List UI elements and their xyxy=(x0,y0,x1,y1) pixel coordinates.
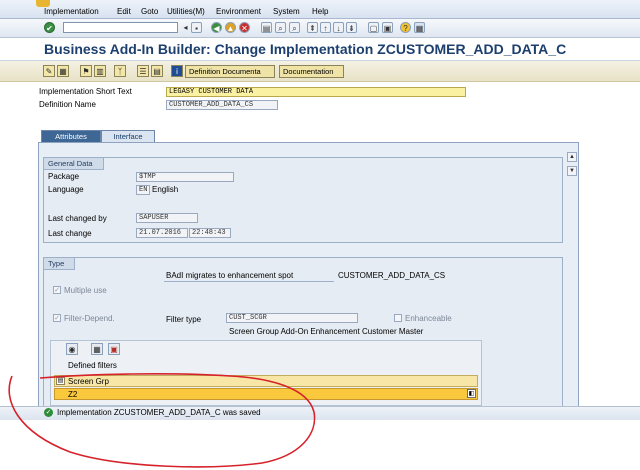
short-text-field[interactable]: LEGASY CUSTOMER DATA xyxy=(166,87,466,97)
print-icon[interactable]: ▤ xyxy=(261,22,272,33)
filter-type-label: Filter type xyxy=(166,315,202,324)
next-page-icon[interactable]: ↓ xyxy=(333,22,344,33)
last-change-date-field: 21.07.2016 xyxy=(136,228,188,238)
definition-name-label: Definition Name xyxy=(39,100,96,109)
first-page-icon[interactable]: ⇞ xyxy=(307,22,318,33)
short-text-label: Implementation Short Text xyxy=(39,87,132,96)
save-icon[interactable]: ▪ xyxy=(191,22,202,33)
annotation-circle xyxy=(8,373,316,468)
cancel-icon[interactable]: ✕ xyxy=(239,22,250,33)
other-object-icon[interactable]: ▦ xyxy=(57,65,69,77)
info-icon[interactable]: i xyxy=(171,65,183,77)
check-icon[interactable]: ▥ xyxy=(94,65,106,77)
changed-by-field: SAPUSER xyxy=(136,213,198,223)
filter-depend-checkbox[interactable]: ✓ xyxy=(53,314,61,322)
migrate-text: BAdI migrates to enhancement spot xyxy=(166,271,294,280)
documentation-button[interactable]: Documentation xyxy=(279,65,344,78)
language-name: English xyxy=(152,185,179,194)
menu-help[interactable]: Help xyxy=(312,7,328,16)
command-field[interactable] xyxy=(63,22,178,33)
general-data-title: General Data xyxy=(43,157,104,170)
insert-row-icon[interactable]: ▦ xyxy=(91,343,103,355)
shortcut-icon[interactable]: ▣ xyxy=(382,22,393,33)
activate-icon[interactable]: ⚑ xyxy=(80,65,92,77)
filter-type-field: CUST_SCGR xyxy=(226,313,358,323)
exit-icon[interactable]: ▲ xyxy=(225,22,236,33)
menu-system[interactable]: System xyxy=(273,7,300,16)
value-help-icon[interactable]: ◧ xyxy=(467,389,476,398)
type-group-title: Type xyxy=(43,257,76,270)
menu-edit[interactable]: Edit xyxy=(117,7,131,16)
menu-environment[interactable]: Environment xyxy=(216,7,261,16)
migrate-value: CUSTOMER_ADD_DATA_CS xyxy=(338,271,446,280)
changed-by-label: Last changed by xyxy=(48,214,107,223)
delete-row-icon[interactable]: ▣ xyxy=(108,343,120,355)
enhanceable-checkbox[interactable] xyxy=(394,314,402,322)
filter-depend-label: Filter-Depend. xyxy=(64,314,115,323)
general-data-group: General Data xyxy=(43,157,563,243)
filter-description: Screen Group Add-On Enhancement Customer… xyxy=(229,327,424,336)
defined-filters-label: Defined filters xyxy=(68,361,117,370)
package-label: Package xyxy=(48,172,80,181)
package-field: $TMP xyxy=(136,172,234,182)
last-page-icon[interactable]: ⇟ xyxy=(346,22,357,33)
language-label: Language xyxy=(48,185,84,194)
definition-name-field: CUSTOMER_ADD_DATA_CS xyxy=(166,100,278,110)
customize-layout-icon[interactable]: ▦ xyxy=(414,22,425,33)
help-icon[interactable]: ? xyxy=(400,22,411,33)
menu-utilities[interactable]: Utilities(M) xyxy=(167,7,205,16)
back-icon[interactable]: ◀ xyxy=(211,22,222,33)
enter-icon[interactable]: ✔ xyxy=(44,22,55,33)
menu-goto[interactable]: Goto xyxy=(141,7,158,16)
tab-attributes[interactable]: Attributes xyxy=(41,130,101,142)
find-next-icon[interactable]: ⌕ xyxy=(289,22,300,33)
documentation-icon[interactable]: ▤ xyxy=(151,65,163,77)
sap-logo-icon xyxy=(36,0,50,7)
tab-interface[interactable]: Interface xyxy=(101,130,155,142)
multiple-use-checkbox[interactable]: ✓ xyxy=(53,286,61,294)
page-title: Business Add-In Builder: Change Implemen… xyxy=(44,41,567,57)
enhanceable-label: Enhanceable xyxy=(405,314,452,323)
last-change-label: Last change xyxy=(48,229,92,238)
language-code-field: EN xyxy=(136,185,150,195)
filter-details-icon[interactable]: ◉ xyxy=(66,343,78,355)
scroll-down-button[interactable]: ▼ xyxy=(567,166,577,176)
new-session-icon[interactable]: ▢ xyxy=(368,22,379,33)
command-dropdown-icon[interactable]: ◂ xyxy=(180,22,191,33)
migrate-divider xyxy=(164,281,334,282)
scroll-up-button[interactable]: ▲ xyxy=(567,152,577,162)
definition-documentation-button[interactable]: Definition Documenta xyxy=(185,65,275,78)
object-list-icon[interactable]: ☰ xyxy=(137,65,149,77)
where-used-icon[interactable]: ᛉ xyxy=(114,65,126,77)
display-change-icon[interactable]: ✎ xyxy=(43,65,55,77)
multiple-use-label: Multiple use xyxy=(64,286,107,295)
previous-page-icon[interactable]: ↑ xyxy=(320,22,331,33)
find-icon[interactable]: ⌕ xyxy=(275,22,286,33)
last-change-time-field: 22:48:43 xyxy=(189,228,231,238)
menu-implementation[interactable]: Implementation xyxy=(44,7,99,16)
